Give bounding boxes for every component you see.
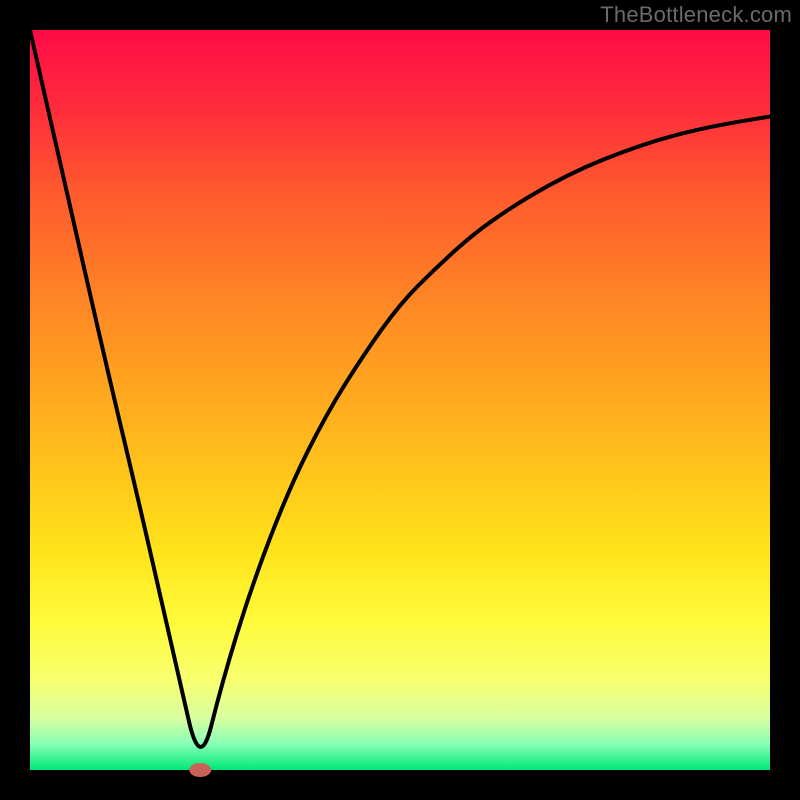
optimal-point-marker: [189, 763, 211, 777]
chart-frame: TheBottleneck.com: [0, 0, 800, 800]
chart-svg: [0, 0, 800, 800]
watermark-text: TheBottleneck.com: [600, 2, 792, 28]
